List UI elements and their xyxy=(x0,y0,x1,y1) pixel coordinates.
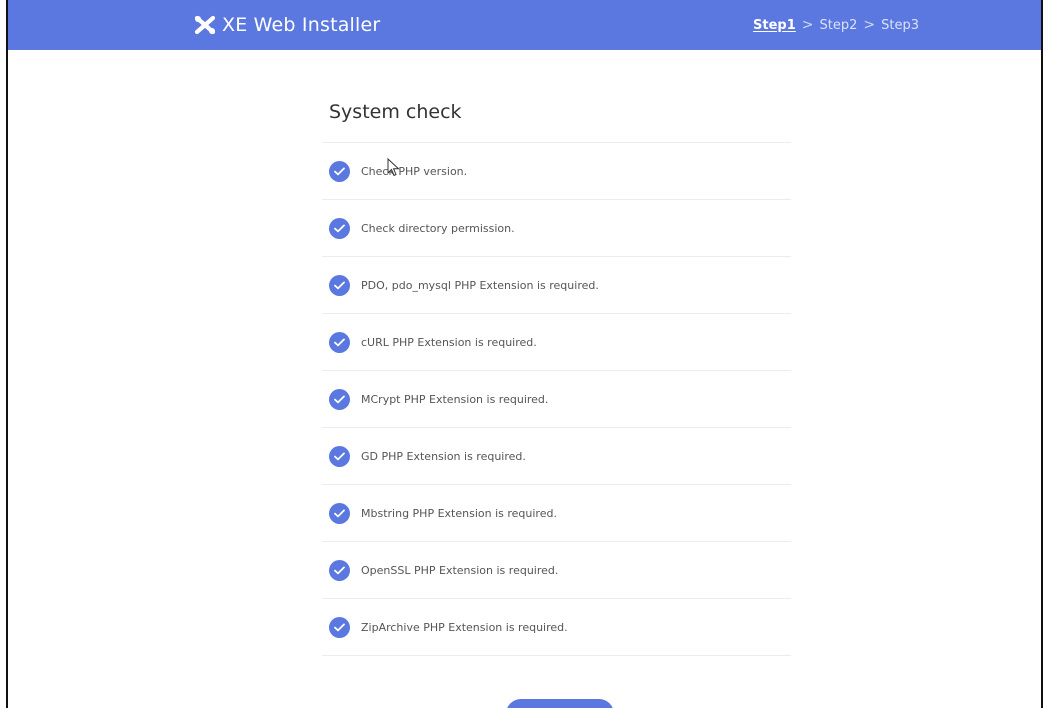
brand: XE Web Installer xyxy=(194,12,380,38)
check-circle-icon xyxy=(329,445,350,467)
check-item-label: Check PHP version. xyxy=(361,164,468,178)
xe-logo-icon xyxy=(194,15,216,35)
next-button[interactable] xyxy=(506,699,614,708)
check-item: Mbstring PHP Extension is required. xyxy=(322,485,791,542)
check-item-label: ZipArchive PHP Extension is required. xyxy=(361,620,568,634)
check-item-label: Check directory permission. xyxy=(361,221,515,235)
step-indicator: Step1 > Step2 > Step3 xyxy=(753,17,919,33)
check-item: Check directory permission. xyxy=(322,200,791,257)
check-item-label: MCrypt PHP Extension is required. xyxy=(361,392,549,406)
check-item: ZipArchive PHP Extension is required. xyxy=(322,599,791,656)
check-item-label: GD PHP Extension is required. xyxy=(361,449,526,463)
brand-title: XE Web Installer xyxy=(222,14,381,36)
mouse-cursor-icon xyxy=(387,157,401,182)
check-circle-icon xyxy=(329,616,350,638)
check-circle-icon xyxy=(329,217,350,239)
step-3[interactable]: Step3 xyxy=(881,18,919,33)
check-item: PDO, pdo_mysql PHP Extension is required… xyxy=(322,257,791,314)
check-item-label: Mbstring PHP Extension is required. xyxy=(361,506,557,520)
page-title: System check xyxy=(329,101,462,123)
step-1[interactable]: Step1 xyxy=(753,18,796,33)
check-item: MCrypt PHP Extension is required. xyxy=(322,371,791,428)
check-circle-icon xyxy=(329,160,350,182)
check-circle-icon xyxy=(329,331,350,353)
check-circle-icon xyxy=(329,274,350,296)
installer-window: XE Web Installer Step1 > Step2 > Step3 S… xyxy=(6,0,1043,708)
check-circle-icon xyxy=(329,559,350,581)
check-circle-icon xyxy=(329,388,350,410)
check-item: cURL PHP Extension is required. xyxy=(322,314,791,371)
step-2[interactable]: Step2 xyxy=(820,18,858,33)
check-item-label: cURL PHP Extension is required. xyxy=(361,335,537,349)
check-item-label: OpenSSL PHP Extension is required. xyxy=(361,563,559,577)
check-list: Check PHP version. Check directory permis… xyxy=(322,142,791,656)
header-bar: XE Web Installer Step1 > Step2 > Step3 xyxy=(8,0,1041,50)
check-item: OpenSSL PHP Extension is required. xyxy=(322,542,791,599)
check-item: GD PHP Extension is required. xyxy=(322,428,791,485)
check-item-label: PDO, pdo_mysql PHP Extension is required… xyxy=(361,278,599,292)
check-circle-icon xyxy=(329,502,350,524)
step-separator: > xyxy=(863,17,876,33)
step-separator: > xyxy=(801,17,814,33)
